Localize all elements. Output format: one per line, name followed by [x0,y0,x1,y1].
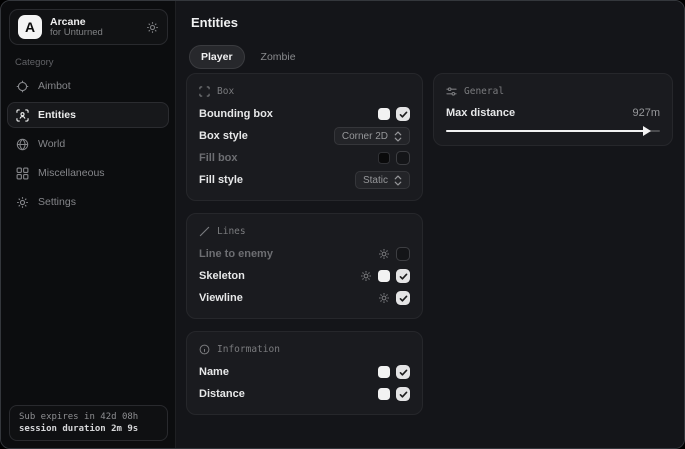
app-window: A Arcane for Unturned Category [0,0,685,449]
setting-label: Max distance [446,107,632,119]
page-title: Entities [191,15,238,30]
color-swatch[interactable] [378,388,390,400]
setting-row-bounding-box: Bounding box [199,103,410,125]
sidebar: A Arcane for Unturned Category [1,1,176,448]
sidebar-item-label: Aimbot [38,80,71,92]
sidebar-item-label: Settings [38,196,76,208]
viewline-settings-gear-icon[interactable] [378,292,390,304]
section-title: Box [217,86,234,97]
setting-label: Box style [199,130,334,142]
setting-label: Fill style [199,174,355,186]
general-section-card: General Max distance 927m [433,73,673,146]
slider-fill [446,130,645,132]
max-distance-row: Max distance 927m [446,103,660,123]
entity-tabs: Player Zombie [189,45,308,69]
dropdown-value: Corner 2D [342,131,388,142]
setting-label: Distance [199,388,378,400]
section-title: Lines [217,226,246,237]
skeleton-settings-gear-icon[interactable] [360,270,372,282]
max-distance-slider[interactable] [446,126,660,136]
setting-label: Skeleton [199,270,360,282]
color-swatch[interactable] [378,152,390,164]
main-content: Entities Player Zombie Box Bounding box [176,1,684,448]
setting-row-fill-style: Fill style Static [199,169,410,191]
setting-label: Bounding box [199,108,378,120]
distance-checkbox[interactable] [396,387,410,401]
fill-box-checkbox[interactable] [396,151,410,165]
setting-row-viewline: Viewline [199,287,410,309]
setting-label: Fill box [199,152,378,164]
skeleton-checkbox[interactable] [396,269,410,283]
lines-section-card: Lines Line to enemy [186,213,423,319]
setting-row-fill-box: Fill box [199,147,410,169]
setting-row-box-style: Box style Corner 2D [199,125,410,147]
left-column: Box Bounding box Box style C [186,73,423,415]
slider-thumb-arrow[interactable] [643,126,651,136]
box-style-dropdown[interactable]: Corner 2D [334,127,410,145]
subscription-info-card: Sub expires in 42d 08h session duration … [9,405,168,441]
max-distance-value: 927m [632,107,660,119]
sidebar-item-entities[interactable]: Entities [7,102,169,128]
sidebar-item-label: Entities [38,109,76,121]
color-swatch[interactable] [378,366,390,378]
setting-row-skeleton: Skeleton [199,265,410,287]
app-logo: A [18,15,42,39]
sidebar-item-label: Miscellaneous [38,167,105,179]
chevron-up-down-icon [394,131,402,142]
name-checkbox[interactable] [396,365,410,379]
sidebar-item-world[interactable]: World [7,131,169,157]
sidebar-item-settings[interactable]: Settings [7,189,169,215]
setting-label: Name [199,366,378,378]
color-swatch[interactable] [378,270,390,282]
setting-row-distance: Distance [199,383,410,405]
grid-icon [16,167,29,180]
bounding-box-checkbox[interactable] [396,107,410,121]
app-subtitle: for Unturned [50,28,138,39]
sidebar-item-aimbot[interactable]: Aimbot [7,73,169,99]
box-frame-icon [199,86,210,97]
right-column: General Max distance 927m [433,73,673,146]
scan-person-icon [16,109,29,122]
fill-style-dropdown[interactable]: Static [355,171,410,189]
section-title: Information [217,344,280,355]
session-duration-text: session duration 2m 9s [19,424,158,434]
line-to-enemy-checkbox[interactable] [396,247,410,261]
section-title: General [464,86,504,97]
sidebar-item-miscellaneous[interactable]: Miscellaneous [7,160,169,186]
sub-expiry-text: Sub expires in 42d 08h [19,412,158,422]
category-label: Category [15,57,54,68]
tab-player[interactable]: Player [189,45,245,69]
crosshair-icon [16,80,29,93]
setting-label: Line to enemy [199,248,378,260]
information-section-card: Information Name Distance [186,331,423,415]
setting-row-line-to-enemy: Line to enemy [199,243,410,265]
tab-zombie[interactable]: Zombie [249,45,308,69]
viewline-checkbox[interactable] [396,291,410,305]
globe-icon [16,138,29,151]
color-swatch[interactable] [378,108,390,120]
gear-icon [16,196,29,209]
dropdown-value: Static [363,175,388,186]
sliders-icon [446,86,457,97]
app-title: Arcane [50,16,138,28]
logo-gear-icon[interactable] [146,21,159,34]
box-section-card: Box Bounding box Box style C [186,73,423,201]
setting-row-name: Name [199,361,410,383]
sidebar-nav: Aimbot Entities [7,73,169,218]
chevron-up-down-icon [394,175,402,186]
info-icon [199,344,210,355]
line-settings-gear-icon[interactable] [378,248,390,260]
setting-label: Viewline [199,292,378,304]
sidebar-item-label: World [38,138,65,150]
line-icon [199,226,210,237]
logo-card: A Arcane for Unturned [9,9,168,45]
